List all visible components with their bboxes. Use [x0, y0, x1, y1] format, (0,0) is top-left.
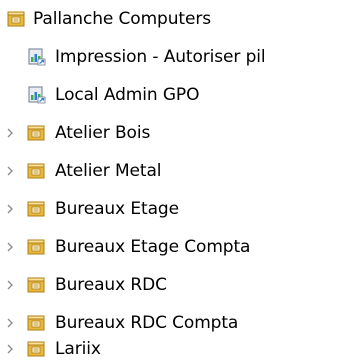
tree-node-label: Atelier Metal	[55, 161, 162, 181]
ou-folder-icon	[27, 276, 45, 294]
tree-node-label: Bureaux Etage Compta	[55, 237, 251, 257]
tree-node-bureaux-rdc-compta[interactable]: Bureaux RDC Compta	[0, 304, 357, 342]
ou-folder-icon	[27, 162, 45, 180]
ou-tree-view: Pallanche Computers Impression - Autoris…	[0, 0, 357, 360]
tree-node-label: Impression - Autoriser pil	[55, 47, 266, 67]
ou-folder-icon	[27, 124, 45, 142]
tree-node-lariix[interactable]: Lariix	[0, 338, 357, 360]
tree-node-label: Local Admin GPO	[55, 85, 200, 105]
chevron-right-icon[interactable]	[2, 228, 18, 266]
tree-node-gpo-link-local-admin[interactable]: Local Admin GPO	[0, 76, 357, 114]
tree-node-label: Pallanche Computers	[33, 9, 211, 29]
chevron-right-icon[interactable]	[2, 114, 18, 152]
ou-folder-icon	[27, 340, 45, 358]
gpo-link-icon	[28, 48, 46, 66]
tree-node-pallanche-computers[interactable]: Pallanche Computers	[0, 0, 357, 38]
tree-node-bureaux-rdc[interactable]: Bureaux RDC	[0, 266, 357, 304]
tree-node-label: Bureaux RDC	[55, 275, 167, 295]
ou-folder-icon	[7, 10, 25, 28]
chevron-right-icon[interactable]	[2, 266, 18, 304]
tree-node-label: Lariix	[55, 339, 101, 359]
tree-node-gpo-link-impression[interactable]: Impression - Autoriser pil	[0, 38, 357, 76]
ou-folder-icon	[27, 238, 45, 256]
ou-folder-icon	[27, 200, 45, 218]
chevron-right-icon[interactable]	[2, 304, 18, 342]
gpo-link-icon	[28, 86, 46, 104]
tree-node-bureaux-etage-compta[interactable]: Bureaux Etage Compta	[0, 228, 357, 266]
tree-node-label: Bureaux RDC Compta	[55, 313, 239, 333]
chevron-right-icon[interactable]	[2, 190, 18, 228]
chevron-right-icon[interactable]	[2, 338, 18, 360]
tree-node-label: Atelier Bois	[55, 123, 151, 143]
tree-node-bureaux-etage[interactable]: Bureaux Etage	[0, 190, 357, 228]
ou-folder-icon	[27, 314, 45, 332]
tree-node-atelier-metal[interactable]: Atelier Metal	[0, 152, 357, 190]
chevron-right-icon[interactable]	[2, 152, 18, 190]
tree-node-atelier-bois[interactable]: Atelier Bois	[0, 114, 357, 152]
tree-node-label: Bureaux Etage	[55, 199, 179, 219]
